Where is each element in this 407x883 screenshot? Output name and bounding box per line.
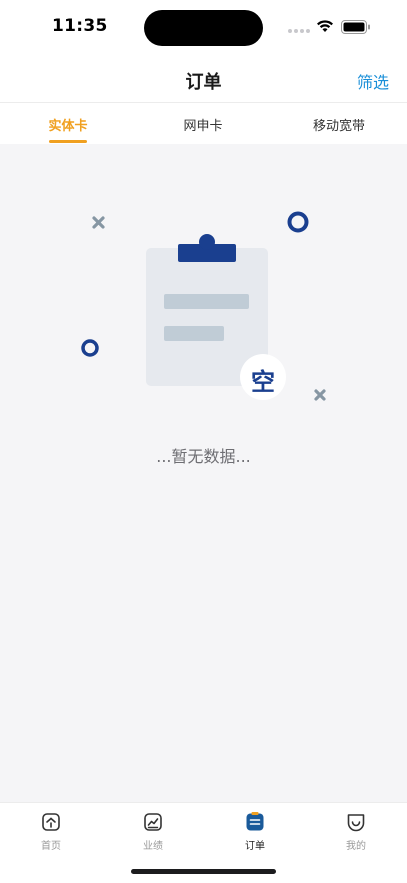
tab-active-indicator — [49, 140, 87, 143]
tabbar-label: 业绩 — [143, 841, 163, 852]
tabbar-item-orders[interactable]: 订单 — [215, 811, 295, 852]
circle-decoration-icon — [287, 211, 309, 233]
tabbar-label: 订单 — [245, 841, 265, 852]
tabbar-item-performance[interactable]: 业绩 — [113, 811, 193, 852]
order-icon — [246, 812, 264, 831]
battery-icon — [341, 20, 370, 34]
signal-icon — [288, 29, 310, 33]
empty-message: ...暂无数据... — [156, 447, 251, 466]
tab-mobile-broadband[interactable]: 移动宽带 — [289, 115, 389, 134]
tabbar-item-home[interactable]: 首页 — [11, 811, 91, 852]
cross-decoration-icon — [314, 389, 326, 401]
profile-icon — [347, 814, 365, 832]
filter-button[interactable]: 筛选 — [357, 69, 389, 93]
home-indicator — [131, 869, 276, 874]
empty-clipboard-illustration — [81, 211, 326, 401]
dynamic-island — [144, 10, 263, 46]
wifi-icon — [317, 20, 333, 32]
nav-bar: 订单 筛选 — [0, 56, 407, 102]
home-icon — [42, 813, 60, 831]
tabbar-item-profile[interactable]: 我的 — [316, 811, 396, 852]
status-time: 11:35 — [52, 16, 108, 36]
page-title: 订单 — [185, 72, 222, 93]
status-bar: 11:35 — [0, 0, 407, 56]
tab-online-card[interactable]: 网申卡 — [153, 115, 253, 134]
empty-badge-label: 空 — [251, 368, 275, 396]
cross-decoration-icon — [92, 216, 105, 229]
tabbar-label: 我的 — [346, 841, 366, 852]
tabbar-label: 首页 — [41, 841, 61, 852]
order-type-tabs: 实体卡 网申卡 移动宽带 — [0, 102, 407, 144]
circle-decoration-icon — [81, 339, 99, 357]
chart-icon — [144, 813, 162, 831]
tab-physical-card[interactable]: 实体卡 — [18, 115, 118, 134]
